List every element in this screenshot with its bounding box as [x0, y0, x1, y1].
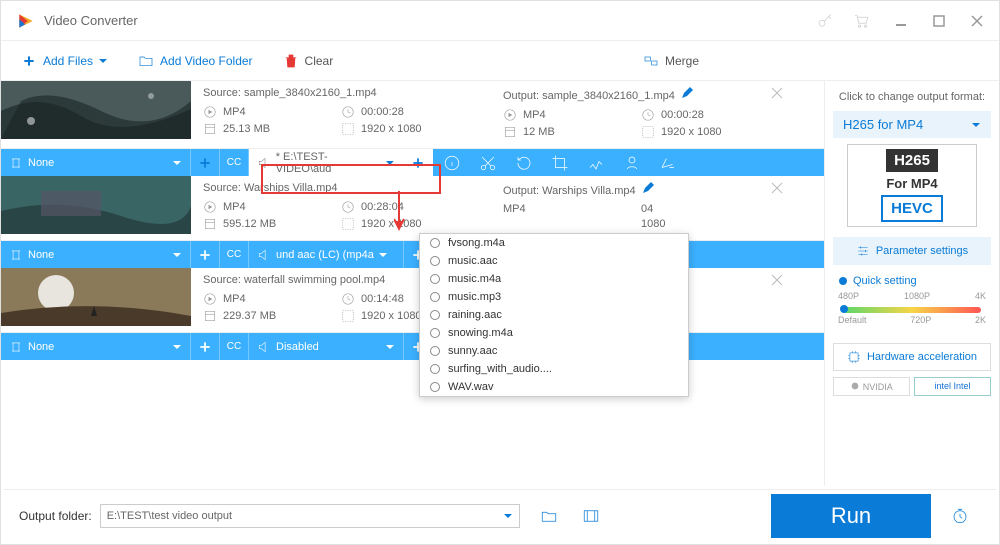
audio-dropdown[interactable]: * E:\TEST-VIDEO\aud: [249, 149, 403, 176]
app-title: Video Converter: [44, 13, 138, 28]
close-icon[interactable]: [771, 274, 783, 286]
audio-dropdown[interactable]: und aac (LC) (mp4a: [249, 241, 403, 268]
schedule-icon[interactable]: [951, 507, 969, 525]
subtitle-dropdown[interactable]: None: [1, 333, 190, 360]
dropdown-item[interactable]: music.mp3: [420, 288, 688, 306]
parameter-settings-button[interactable]: Parameter settings: [833, 237, 991, 265]
add-folder-label: Add Video Folder: [160, 54, 253, 68]
output-label: Output: Warships Villa.mp4: [503, 185, 636, 197]
arrow-annotation: [394, 191, 424, 236]
effect-icon[interactable]: [587, 154, 605, 172]
dropdown-item[interactable]: fvsong.m4a: [420, 234, 688, 252]
dropdown-item[interactable]: snowing.m4a: [420, 324, 688, 342]
add-subtitle-button[interactable]: [191, 149, 219, 177]
dropdown-item[interactable]: music.aac: [420, 252, 688, 270]
minimize-icon[interactable]: [894, 14, 908, 28]
run-button[interactable]: Run: [771, 494, 931, 538]
dropdown-item[interactable]: raining.aac: [420, 306, 688, 324]
cart-icon[interactable]: [852, 12, 870, 30]
output-label: Output: sample_3840x2160_1.mp4: [503, 90, 675, 102]
source-info: Source: Warships Villa.mp4 MP4 00:28:04 …: [191, 176, 491, 240]
key-icon[interactable]: [816, 12, 834, 30]
add-audio-button[interactable]: [404, 149, 432, 177]
add-subtitle-button[interactable]: [191, 241, 219, 269]
format-preview: H265 For MP4 HEVC: [847, 144, 977, 227]
main-list: Source: sample_3840x2160_1.mp4 MP4 00:00…: [1, 81, 824, 486]
dropdown-item[interactable]: WAV.wav: [420, 378, 688, 396]
chevron-down-icon: [172, 158, 182, 168]
audio-value: * E:\TEST-VIDEO\aud: [276, 151, 381, 175]
source-label: Source: sample_3840x2160_1.mp4: [203, 87, 479, 99]
close-icon[interactable]: [771, 182, 783, 194]
slider-handle[interactable]: [840, 305, 848, 313]
item-action-bar: None CC * E:\TEST-VIDEO\aud: [1, 148, 824, 176]
cc-button[interactable]: CC: [220, 333, 248, 361]
output-info: Output: Warships Villa.mp4 MP4 04 1080: [491, 176, 791, 240]
chevron-down-icon[interactable]: [503, 511, 513, 521]
item-action-bar: None CC Disabled: [1, 332, 824, 360]
output-folder-input[interactable]: [100, 504, 520, 528]
list-item: Source: waterfall swimming pool.mp4 MP4 …: [1, 268, 824, 332]
dropdown-item[interactable]: surfing_with_audio....: [420, 360, 688, 378]
intel-chip[interactable]: intel Intel: [914, 377, 991, 396]
quality-slider[interactable]: [843, 307, 981, 313]
chevron-down-icon: [98, 56, 108, 66]
format-dropdown[interactable]: H265 for MP4: [833, 111, 991, 138]
cut-icon[interactable]: [479, 154, 497, 172]
merge-button[interactable]: Merge: [643, 53, 699, 69]
title-bar: Video Converter: [1, 1, 999, 41]
format-hint: Click to change output format:: [833, 91, 991, 103]
add-subtitle-button[interactable]: [191, 333, 219, 361]
bottom-bar: Output folder: Run: [4, 489, 996, 541]
subtitle-dropdown[interactable]: None: [1, 149, 190, 176]
rotate-icon[interactable]: [515, 154, 533, 172]
output-info: Output: sample_3840x2160_1.mp4 MP4 00:00…: [491, 81, 791, 148]
add-folder-button[interactable]: Add Video Folder: [138, 53, 253, 69]
dropdown-item[interactable]: music.m4a: [420, 270, 688, 288]
chevron-down-icon: [971, 120, 981, 130]
hardware-accel-button[interactable]: Hardware acceleration: [833, 343, 991, 371]
subtitle-icon[interactable]: [659, 154, 677, 172]
bullet-icon: [839, 277, 847, 285]
cc-button[interactable]: CC: [220, 149, 248, 177]
source-label: Source: Warships Villa.mp4: [203, 182, 479, 194]
right-panel: Click to change output format: H265 for …: [824, 81, 999, 486]
toolbar: Add Files Add Video Folder Clear Merge: [1, 41, 999, 81]
nvidia-chip[interactable]: NVIDIA: [833, 377, 910, 396]
crop-icon[interactable]: [551, 154, 569, 172]
open-folder-icon[interactable]: [540, 507, 558, 525]
video-thumbnail[interactable]: [1, 81, 191, 139]
video-thumbnail[interactable]: [1, 176, 191, 234]
source-info: Source: sample_3840x2160_1.mp4 MP4 00:00…: [191, 81, 491, 148]
cc-button[interactable]: CC: [220, 241, 248, 269]
item-action-bar: None CC und aac (LC) (mp4a: [1, 240, 824, 268]
edit-tools: [433, 154, 824, 172]
output-folder-label: Output folder:: [19, 509, 92, 523]
snapshot-folder-icon[interactable]: [582, 507, 600, 525]
subtitle-dropdown[interactable]: None: [1, 241, 190, 268]
dropdown-item[interactable]: sunny.aac: [420, 342, 688, 360]
subtitle-value: None: [28, 157, 54, 169]
edit-icon[interactable]: [642, 182, 654, 194]
info-icon[interactable]: [443, 154, 461, 172]
chevron-down-icon: [385, 158, 395, 168]
quick-setting-label: Quick setting: [853, 275, 917, 287]
watermark-icon[interactable]: [623, 154, 641, 172]
format-name: H265 for MP4: [843, 117, 923, 132]
edit-icon[interactable]: [681, 87, 693, 99]
close-icon[interactable]: [771, 87, 783, 99]
clear-label: Clear: [305, 54, 334, 68]
list-item: Source: sample_3840x2160_1.mp4 MP4 00:00…: [1, 81, 824, 148]
add-files-label: Add Files: [43, 54, 93, 68]
merge-label: Merge: [665, 54, 699, 68]
audio-dropdown[interactable]: Disabled: [249, 333, 403, 360]
close-icon[interactable]: [970, 14, 984, 28]
app-logo-icon: [16, 11, 36, 31]
video-thumbnail[interactable]: [1, 268, 191, 326]
add-files-button[interactable]: Add Files: [21, 53, 108, 69]
clear-button[interactable]: Clear: [283, 53, 334, 69]
maximize-icon[interactable]: [932, 14, 946, 28]
audio-file-dropdown: fvsong.m4a music.aac music.m4a music.mp3…: [419, 233, 689, 397]
